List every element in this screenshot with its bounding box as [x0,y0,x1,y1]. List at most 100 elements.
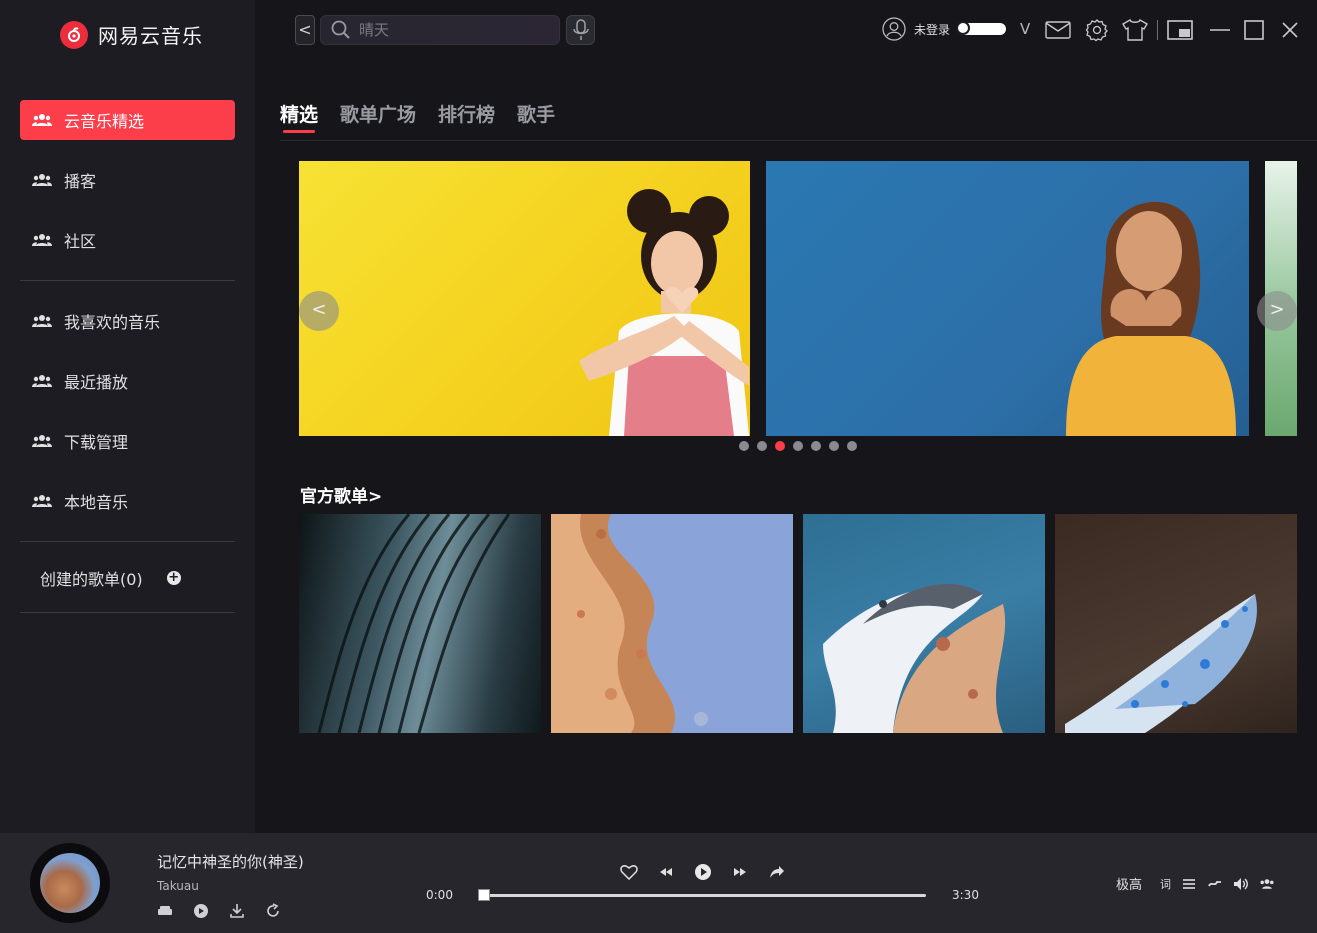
users-icon [32,435,52,447]
sidebar-item-local-music[interactable]: 本地音乐 [20,481,235,521]
car-mode-icon[interactable] [157,903,173,919]
carousel-dot[interactable] [775,441,785,451]
section-title-official-playlists[interactable]: 官方歌单> [300,482,382,507]
heart-icon[interactable] [620,863,638,881]
carousel-dot[interactable] [793,441,803,451]
sidebar-item-label: 我喜欢的音乐 [64,313,161,332]
mini-mode-icon[interactable] [1166,16,1194,44]
sidebar-item-community[interactable]: 社区 [20,220,235,260]
microphone-icon [572,19,589,40]
sidebar-item-label: 云音乐精选 [64,112,145,131]
app-logo[interactable]: 网易云音乐 [60,20,203,49]
download-icon[interactable] [229,903,245,919]
sidebar-item-label: 最近播放 [64,373,129,392]
quality-selector[interactable]: 极高 [1116,874,1142,893]
search-box[interactable] [320,15,560,45]
player-bar: 记忆中神圣的你(神圣) Takuau 0:00 3:30 极高 词 [0,833,1317,933]
content-tabs: 精选 歌单广场 排行榜 歌手 [280,100,555,133]
tab-featured[interactable]: 精选 [280,100,318,133]
artist-name[interactable]: Takuau [157,879,199,893]
sidebar-item-recent[interactable]: 最近播放 [20,361,235,401]
playlist-menu-icon[interactable] [1181,876,1197,892]
sidebar-item-label: 下载管理 [64,433,129,452]
play-button-icon[interactable] [694,863,712,881]
banner-image [1066,201,1236,436]
listen-together-icon[interactable] [1259,876,1275,892]
banner-slide[interactable] [766,161,1249,436]
mail-icon[interactable] [1044,16,1072,44]
voice-search-button[interactable] [566,15,595,45]
app-name: 网易云音乐 [98,24,203,48]
sidebar-divider [20,541,235,542]
song-title[interactable]: 记忆中神圣的你(神圣) [157,851,304,872]
loop-mode-icon[interactable] [1207,876,1223,892]
window-toolbar [1044,16,1304,44]
users-icon [32,174,52,186]
user-area[interactable]: 未登录 V [882,17,1030,41]
login-status[interactable]: 未登录 [914,21,950,38]
playlist-card[interactable] [551,514,793,733]
share-refresh-icon[interactable] [265,903,281,919]
playlist-card[interactable] [299,514,541,733]
created-playlists[interactable]: 创建的歌单(0) + [40,566,181,590]
carousel-next-button[interactable]: > [1257,291,1297,331]
close-icon[interactable] [1276,16,1304,44]
settings-gear-icon[interactable] [1083,16,1111,44]
lyrics-button[interactable]: 词 [1160,876,1171,892]
tab-playlist-square[interactable]: 歌单广场 [340,100,416,133]
carousel-dot[interactable] [847,441,857,451]
maximize-icon[interactable] [1240,16,1268,44]
sidebar-divider [20,612,235,613]
sidebar-item-downloads[interactable]: 下载管理 [20,421,235,461]
tab-charts[interactable]: 排行榜 [438,100,495,133]
previous-track-icon[interactable] [657,863,675,881]
tab-artists[interactable]: 歌手 [517,100,555,133]
album-cover [40,853,100,913]
playlist-card[interactable] [803,514,1045,733]
carousel-dot[interactable] [811,441,821,451]
playlist-cover [1065,594,1257,733]
playlist-cover [551,514,708,733]
netease-logo-icon [60,20,88,49]
banner-image [579,189,749,436]
skin-shirt-icon[interactable] [1121,16,1149,44]
add-playlist-icon[interactable]: + [166,571,181,585]
banner-slide[interactable] [299,161,750,436]
share-icon[interactable] [768,863,786,881]
sidebar-item-liked-music[interactable]: 我喜欢的音乐 [20,301,235,341]
users-icon [32,114,52,126]
users-icon [32,495,52,507]
progress-knob[interactable] [478,889,490,901]
current-time: 0:00 [426,888,453,902]
back-button[interactable]: < [295,15,315,45]
volume-icon[interactable] [1233,876,1249,892]
chevron-down-icon[interactable]: V [1020,20,1030,38]
toolbar-separator [1157,20,1158,40]
sidebar-item-label: 社区 [64,232,97,251]
player-options: 极高 词 [1116,874,1275,893]
sidebar-item-featured[interactable]: 云音乐精选 [20,100,235,140]
playlist-cover [823,584,1006,733]
avatar-icon[interactable] [882,17,906,41]
progress-bar[interactable] [478,889,926,901]
users-icon [32,315,52,327]
playlist-cover [317,514,511,733]
carousel-prev-button[interactable]: < [299,291,339,331]
minimize-icon[interactable] [1206,16,1234,44]
next-track-icon[interactable] [731,863,749,881]
tabs-divider [280,140,1317,141]
search-icon [331,20,350,39]
vip-toggle[interactable] [956,21,1007,35]
carousel-dot[interactable] [757,441,767,451]
carousel-dot[interactable] [829,441,839,451]
carousel-dots [739,441,857,451]
playlist-card[interactable] [1055,514,1297,733]
sidebar-divider [20,280,235,281]
carousel-dot[interactable] [739,441,749,451]
play-circle-icon[interactable] [193,903,209,919]
album-disc[interactable] [30,843,110,923]
song-actions [157,903,281,919]
search-input[interactable] [359,21,539,39]
sidebar-item-podcast[interactable]: 播客 [20,160,235,200]
sidebar-item-label: 本地音乐 [64,493,129,512]
